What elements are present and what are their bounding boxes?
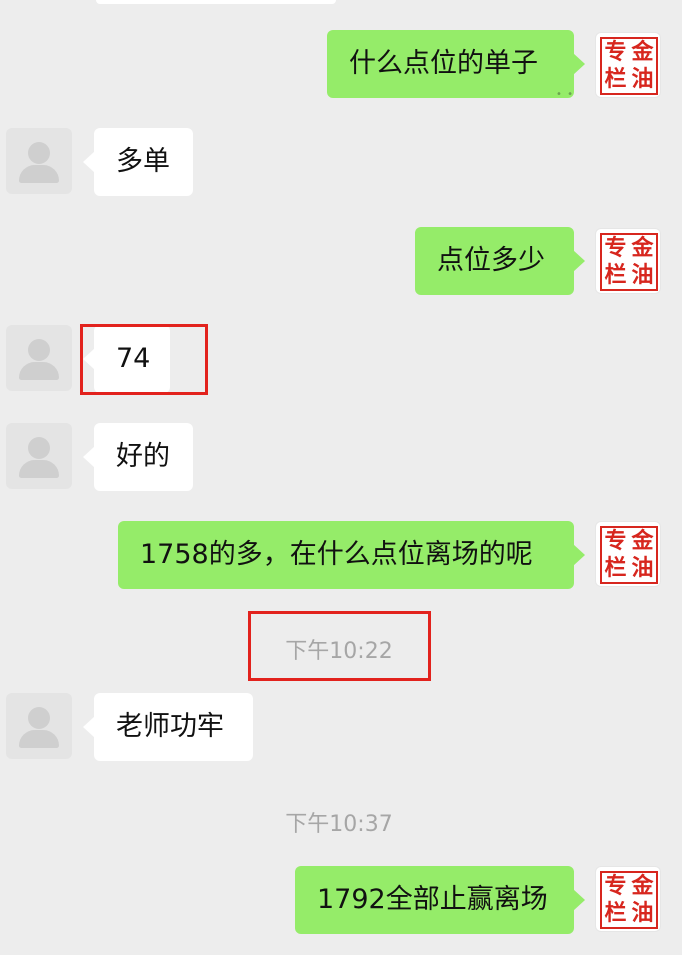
- message-bubble-sent[interactable]: 1758的多，在什么点位离场的呢: [118, 521, 585, 589]
- person-placeholder-icon: [28, 437, 50, 459]
- message-text: 1792全部止赢离场: [317, 884, 548, 915]
- person-placeholder-icon: [28, 707, 50, 729]
- contact-avatar[interactable]: [6, 325, 72, 391]
- typing-dots: • •: [556, 89, 574, 100]
- message-text: 1758的多，在什么点位离场的呢: [140, 539, 533, 570]
- my-avatar[interactable]: 专金 栏油: [595, 521, 661, 587]
- contact-avatar[interactable]: [6, 693, 72, 759]
- seal-stamp-icon: 专金 栏油: [600, 526, 658, 584]
- previous-message-edge: [96, 0, 336, 4]
- message-bubble-received[interactable]: 好的: [83, 423, 193, 491]
- seal-stamp-icon: 专金 栏油: [600, 37, 658, 95]
- contact-avatar[interactable]: [6, 128, 72, 194]
- message-bubble-received[interactable]: 多单: [83, 128, 193, 196]
- contact-avatar[interactable]: [6, 423, 72, 489]
- message-text: 多单: [116, 146, 170, 177]
- my-avatar[interactable]: 专金 栏油: [595, 866, 661, 932]
- message-text: 好的: [116, 441, 170, 472]
- message-bubble-received[interactable]: 老师功牢: [83, 693, 253, 761]
- seal-stamp-icon: 专金 栏油: [600, 871, 658, 929]
- person-placeholder-icon: [28, 142, 50, 164]
- highlight-box: [80, 324, 208, 395]
- my-avatar[interactable]: 专金 栏油: [595, 32, 661, 98]
- message-bubble-sent[interactable]: 点位多少: [415, 227, 585, 295]
- timestamp: 下午10:37: [285, 812, 393, 837]
- message-bubble-sent[interactable]: 1792全部止赢离场: [295, 866, 585, 934]
- message-text: 点位多少: [437, 245, 545, 276]
- person-placeholder-icon: [28, 339, 50, 361]
- message-bubble-sent[interactable]: 什么点位的单子: [327, 30, 585, 98]
- highlight-box: [248, 611, 431, 681]
- message-text: 什么点位的单子: [349, 48, 538, 79]
- my-avatar[interactable]: 专金 栏油: [595, 228, 661, 294]
- message-text: 老师功牢: [116, 711, 224, 742]
- seal-stamp-icon: 专金 栏油: [600, 233, 658, 291]
